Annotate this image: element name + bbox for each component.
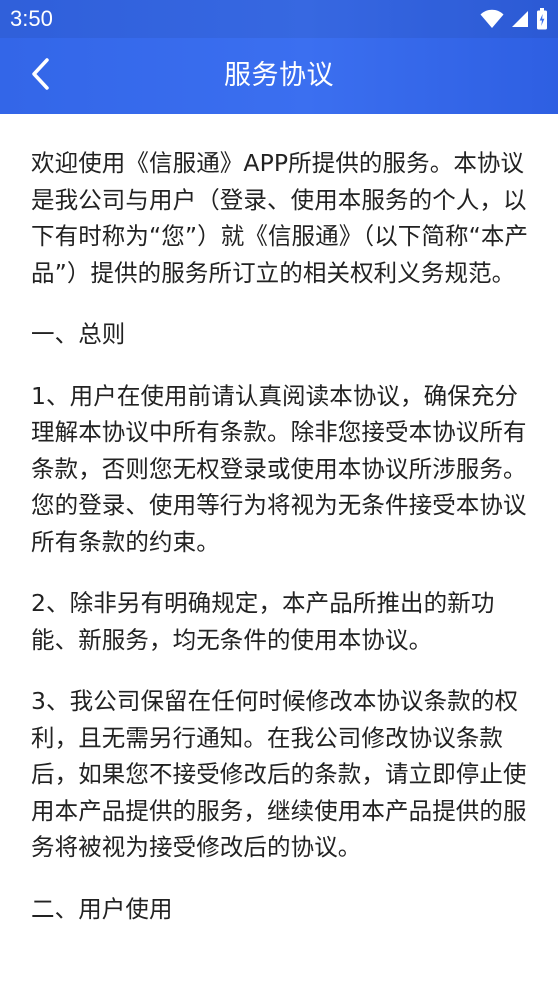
- status-icons: [480, 8, 548, 30]
- wifi-icon: [480, 9, 504, 29]
- battery-icon: [536, 8, 548, 30]
- app-header: 3:50 服务协议: [0, 0, 558, 114]
- section-heading-user-use: 二、用户使用: [31, 894, 173, 923]
- agreement-content: 欢迎使用《信服通》APP所提供的服务。本协议是我公司与用户（登录、使用本服务的个…: [31, 145, 531, 952]
- clause-paragraph-3: 3、我公司保留在任何时候修改本协议条款的权利，且无需另行通知。在我公司修改协议条…: [31, 687, 527, 861]
- phone-screen: 3:50 服务协议 欢迎使用《信服通》APP所提供的服务。本协议是我公司与用户（…: [0, 0, 558, 992]
- status-bar: 3:50: [0, 0, 558, 38]
- intro-paragraph: 欢迎使用《信服通》APP所提供的服务。本协议是我公司与用户（登录、使用本服务的个…: [31, 149, 529, 287]
- status-time: 3:50: [10, 6, 53, 31]
- clause-paragraph-2: 2、除非另有明确规定，本产品所推出的新功能、新服务，均无条件的使用本协议。: [31, 589, 495, 654]
- cellular-signal-icon: [511, 10, 529, 28]
- navigation-bar: 服务协议: [0, 38, 558, 114]
- clause-paragraph-1: 1、用户在使用前请认真阅读本协议，确保充分理解本协议中所有条款。除非您接受本协议…: [31, 381, 527, 556]
- section-heading-general: 一、总则: [31, 320, 126, 348]
- page-title: 服务协议: [224, 60, 334, 91]
